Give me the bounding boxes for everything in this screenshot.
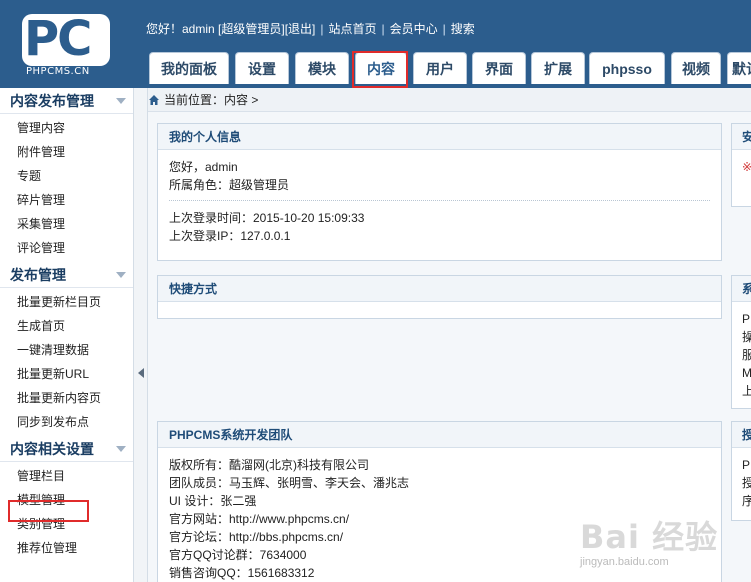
panel-title: 安	[732, 124, 751, 150]
section-title: 内容相关设置	[10, 441, 94, 457]
role-line: 所属角色：超级管理员	[169, 178, 290, 192]
logo-subtitle: PHPCMS.CN	[26, 66, 90, 77]
tab-settings[interactable]: 设置	[235, 52, 289, 84]
chevron-down-icon[interactable]	[116, 272, 126, 278]
sidebar-item-comments[interactable]: 评论管理	[0, 236, 133, 260]
line: 服	[732, 346, 751, 364]
warning-mark: ※	[732, 158, 751, 176]
tab-phpsso[interactable]: phpsso	[589, 52, 665, 84]
divider: |	[320, 22, 324, 36]
sidebar-collapse-handle[interactable]	[134, 88, 148, 582]
chevron-left-icon[interactable]	[138, 368, 144, 378]
main-content: 当前位置：内容 > 我的个人信息 您好，admin 所属角色：超级管理员 上次登…	[148, 88, 751, 582]
watermark-sub: jingyan.baidu.com	[580, 556, 669, 568]
sidebar-item-position-manage[interactable]: 推荐位管理	[0, 536, 133, 560]
line: P	[742, 312, 751, 326]
sidebar-item-clean-data[interactable]: 一键清理数据	[0, 338, 133, 362]
shortcut-panel: 快捷方式	[157, 275, 722, 319]
phpcms-logo[interactable]: PC PHPCMS.CN	[0, 0, 132, 88]
baidu-watermark: Bai 经验 jingyan.baidu.com	[580, 512, 750, 582]
last-login-ip: 上次登录IP：127.0.0.1	[169, 229, 291, 243]
sidebar-item-fragments[interactable]: 碎片管理	[0, 188, 133, 212]
line: 操	[732, 328, 751, 346]
ui-design-line: UI 设计：张二强	[169, 494, 257, 508]
member-center-link[interactable]: 会员中心	[390, 22, 438, 36]
home-icon[interactable]	[148, 94, 160, 106]
tab-extensions[interactable]: 扩展	[531, 52, 585, 84]
greeting-text: 您好！admin [超级管理员]	[146, 22, 285, 36]
site-home-link[interactable]: 站点首页	[328, 22, 376, 36]
tab-modules[interactable]: 模块	[295, 52, 349, 84]
security-panel-partial: 安 ※	[731, 123, 751, 207]
panel-title: 我的个人信息	[158, 124, 721, 150]
divider: |	[381, 22, 385, 36]
license-panel-partial: 授 P 授 序	[731, 421, 751, 521]
section-title: 发布管理	[10, 267, 66, 283]
breadcrumb-text: 当前位置：内容 >	[164, 93, 259, 107]
section-content-publish[interactable]: 内容发布管理	[0, 88, 133, 114]
panel-title: PHPCMS系统开发团队	[158, 422, 721, 448]
logo-brand: PC	[24, 11, 92, 67]
tab-my-panel[interactable]: 我的面板	[149, 52, 229, 84]
line: 序	[732, 492, 751, 510]
sidebar-item-update-content-pages[interactable]: 批量更新内容页	[0, 386, 133, 410]
line: 上	[732, 382, 751, 400]
sidebar-item-topics[interactable]: 专题	[0, 164, 133, 188]
line: 授	[732, 474, 751, 492]
chevron-down-icon[interactable]	[116, 446, 126, 452]
sidebar-item-attachments[interactable]: 附件管理	[0, 140, 133, 164]
logout-link[interactable]: [退出]	[285, 22, 316, 36]
sidebar-item-update-urls[interactable]: 批量更新URL	[0, 362, 133, 386]
panel-title: 系	[732, 276, 751, 302]
sidebar-item-manage-categories[interactable]: 管理栏目	[0, 464, 133, 488]
divider: |	[442, 22, 446, 36]
sidebar-item-collection[interactable]: 采集管理	[0, 212, 133, 236]
sidebar-item-sync-publish[interactable]: 同步到发布点	[0, 410, 133, 434]
line: P	[742, 458, 751, 472]
line: M	[742, 366, 751, 380]
tab-interface[interactable]: 界面	[472, 52, 526, 84]
breadcrumb: 当前位置：内容 >	[148, 88, 751, 112]
sidebar-item-update-category-pages[interactable]: 批量更新栏目页	[0, 290, 133, 314]
last-login-time: 上次登录时间：2015-10-20 15:09:33	[169, 211, 365, 225]
greeting-line: 您好，admin	[169, 160, 238, 174]
tab-default[interactable]: 默认	[727, 52, 751, 84]
section-title: 内容发布管理	[10, 93, 94, 109]
top-user-bar: 您好！admin [超级管理员][退出] | 站点首页 | 会员中心 | 搜索	[146, 20, 475, 38]
sidebar-item-generate-home[interactable]: 生成首页	[0, 314, 133, 338]
personal-info-panel: 我的个人信息 您好，admin 所属角色：超级管理员 上次登录时间：2015-1…	[157, 123, 722, 261]
system-panel-partial: 系 P 操 服 M 上	[731, 275, 751, 409]
section-publish-manage[interactable]: 发布管理	[0, 262, 133, 288]
section-content-settings[interactable]: 内容相关设置	[0, 436, 133, 462]
chevron-down-icon[interactable]	[116, 98, 126, 104]
tab-users[interactable]: 用户	[413, 52, 467, 84]
divider	[169, 200, 710, 201]
watermark-main: Bai 经验	[580, 518, 719, 556]
tab-video[interactable]: 视频	[671, 52, 721, 84]
content-tab-highlight	[352, 51, 408, 88]
team-members-line: 团队成员：马玉辉、张明雪、李天会、潘兆志	[169, 476, 410, 490]
model-manage-highlight	[8, 500, 89, 522]
search-link[interactable]: 搜索	[451, 22, 475, 36]
sidebar-item-manage-content[interactable]: 管理内容	[0, 116, 133, 140]
panel-title: 快捷方式	[158, 276, 721, 302]
panel-title: 授	[732, 422, 751, 448]
copyright-line: 版权所有：酷溜网(北京)科技有限公司	[169, 458, 369, 472]
